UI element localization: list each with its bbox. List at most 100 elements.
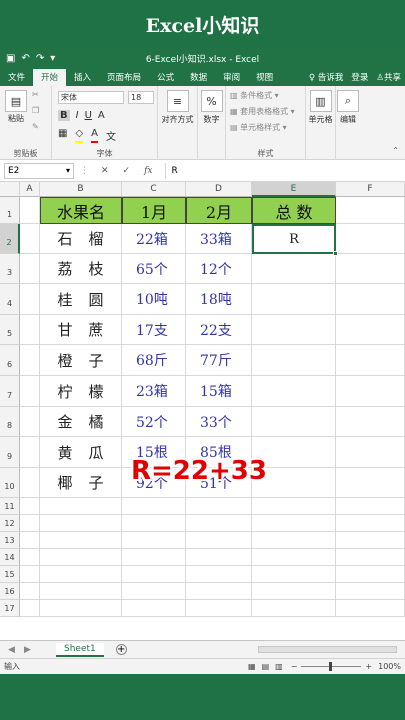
row-header-2[interactable]: 2 <box>0 224 20 254</box>
value-cell[interactable]: 33箱 <box>186 224 252 254</box>
cell[interactable] <box>20 549 40 566</box>
cells-button[interactable]: ▥ 单元格 <box>306 86 336 160</box>
tab-review[interactable]: 审阅 <box>215 69 248 86</box>
name-box[interactable]: E2 ▾ <box>4 162 74 179</box>
cell[interactable] <box>40 532 122 549</box>
zoom-out-icon[interactable]: − <box>291 662 298 671</box>
value-cell[interactable]: 10吨 <box>122 284 186 315</box>
redo-icon[interactable]: ↷ <box>36 53 44 64</box>
fill-handle[interactable] <box>333 251 338 256</box>
cell[interactable] <box>336 407 405 437</box>
cell[interactable] <box>252 566 336 583</box>
fruit-name-cell[interactable]: 黄瓜 <box>40 437 122 468</box>
font-color-icon[interactable]: A <box>91 128 98 143</box>
cell[interactable] <box>336 197 405 224</box>
bold-icon[interactable]: B <box>58 110 70 121</box>
fruit-name-cell[interactable]: 桂圆 <box>40 284 122 315</box>
row-header-16[interactable]: 16 <box>0 583 20 600</box>
fruit-name-cell[interactable]: 柠檬 <box>40 376 122 407</box>
header-fruit-name[interactable]: 水果名 <box>40 197 122 224</box>
table-format-button[interactable]: ▦ 套用表格格式 ▾ <box>230 106 295 117</box>
zoom-in-icon[interactable]: + <box>365 662 372 671</box>
font-size-select[interactable]: 18 <box>128 91 154 104</box>
column-header-d[interactable]: D <box>186 182 252 197</box>
cell[interactable] <box>20 498 40 515</box>
cell[interactable] <box>20 254 40 284</box>
row-header-14[interactable]: 14 <box>0 549 20 566</box>
cell[interactable] <box>20 532 40 549</box>
cell[interactable] <box>40 515 122 532</box>
collapse-ribbon-icon[interactable]: ⌃ <box>392 146 399 155</box>
value-cell[interactable]: 18吨 <box>186 284 252 315</box>
column-header-c[interactable]: C <box>122 182 186 197</box>
share-button[interactable]: ♙共享 <box>376 71 401 83</box>
tab-home[interactable]: 开始 <box>33 69 67 86</box>
view-layout-icon[interactable]: ▤ <box>262 662 270 671</box>
cell[interactable] <box>336 284 405 315</box>
cell[interactable] <box>252 600 336 617</box>
cell[interactable] <box>40 566 122 583</box>
value-cell[interactable]: 33个 <box>186 407 252 437</box>
row-header-6[interactable]: 6 <box>0 345 20 376</box>
row-header-10[interactable]: 10 <box>0 468 20 498</box>
paste-button[interactable]: ▤ 粘贴 <box>4 90 28 124</box>
prev-sheet-icon[interactable]: ◀ <box>8 645 15 655</box>
value-cell[interactable]: 12个 <box>186 254 252 284</box>
tell-me-box[interactable]: ♀ 告诉我 <box>309 71 343 83</box>
cancel-icon[interactable]: ✕ <box>101 166 109 176</box>
cell[interactable] <box>336 468 405 498</box>
cell[interactable] <box>20 224 40 254</box>
borders-icon[interactable]: ▦ <box>58 128 67 143</box>
cell[interactable] <box>20 284 40 315</box>
row-header-3[interactable]: 3 <box>0 254 20 284</box>
cell[interactable] <box>186 532 252 549</box>
fill-color-icon[interactable]: ◇ <box>75 128 84 143</box>
cell[interactable] <box>20 566 40 583</box>
value-cell[interactable]: 68斤 <box>122 345 186 376</box>
row-header-11[interactable]: 11 <box>0 498 20 515</box>
cell[interactable] <box>336 515 405 532</box>
fruit-name-cell[interactable]: 橙子 <box>40 345 122 376</box>
cell[interactable] <box>336 566 405 583</box>
cell[interactable] <box>336 224 405 254</box>
tab-view[interactable]: 视图 <box>248 69 281 86</box>
zoom-slider[interactable] <box>301 662 362 671</box>
value-cell[interactable]: 22箱 <box>122 224 186 254</box>
alignment-button[interactable]: ≡ 对齐方式 <box>158 86 198 160</box>
italic-icon[interactable]: I <box>76 110 79 121</box>
cell[interactable] <box>336 600 405 617</box>
cell[interactable] <box>186 498 252 515</box>
value-cell[interactable]: 77斤 <box>186 345 252 376</box>
cell[interactable] <box>336 437 405 468</box>
total-cell[interactable] <box>252 284 336 315</box>
row-header-17[interactable]: 17 <box>0 600 20 617</box>
value-cell[interactable]: 22支 <box>186 315 252 345</box>
tab-file[interactable]: 文件 <box>0 69 33 86</box>
total-cell[interactable] <box>252 254 336 284</box>
value-cell[interactable]: 23箱 <box>122 376 186 407</box>
login-link[interactable]: 登录 <box>351 71 368 83</box>
tab-page-layout[interactable]: 页面布局 <box>99 69 149 86</box>
cell[interactable] <box>20 437 40 468</box>
horizontal-scrollbar[interactable] <box>258 646 397 653</box>
cell[interactable] <box>122 498 186 515</box>
cell[interactable] <box>40 583 122 600</box>
cell[interactable] <box>252 532 336 549</box>
cell[interactable] <box>252 498 336 515</box>
format-painter-icon[interactable]: ✎ <box>32 122 39 131</box>
cut-icon[interactable]: ✂ <box>32 90 39 99</box>
cell[interactable] <box>122 566 186 583</box>
cell[interactable] <box>20 315 40 345</box>
cell[interactable] <box>336 532 405 549</box>
sheet-tab-sheet1[interactable]: Sheet1 <box>56 642 104 657</box>
customize-icon[interactable]: ▾ <box>50 53 55 64</box>
editing-button[interactable]: ⌕ 编辑 <box>336 86 360 160</box>
fruit-name-cell[interactable]: 金橘 <box>40 407 122 437</box>
tab-data[interactable]: 数据 <box>182 69 215 86</box>
column-header-e[interactable]: E <box>252 182 336 197</box>
cell[interactable] <box>122 532 186 549</box>
font-name-select[interactable]: 宋体 <box>58 91 124 104</box>
total-cell[interactable] <box>252 345 336 376</box>
cell[interactable] <box>20 197 40 224</box>
cell[interactable] <box>40 549 122 566</box>
